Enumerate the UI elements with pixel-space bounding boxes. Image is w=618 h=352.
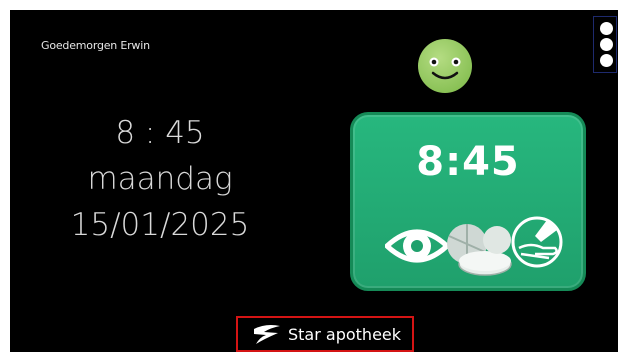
menu-dot-icon (600, 38, 613, 51)
medication-time: 8:45 (416, 139, 520, 185)
hand-ointment-icon (511, 216, 563, 268)
current-date: 15/01/2025 (70, 207, 250, 243)
pharmacy-button[interactable]: Star apotheek (236, 316, 414, 352)
smiley-icon[interactable] (416, 37, 474, 95)
current-time: 8 : 45 (115, 115, 205, 151)
eye-drops-icon (385, 229, 451, 263)
pharmacy-name: Star apotheek (288, 324, 402, 344)
menu-button[interactable] (593, 16, 617, 73)
app-screen: Goedemorgen Erwin 8 : 45 maandag 15/01/2… (10, 10, 618, 352)
medication-icons (385, 216, 563, 276)
star-apotheek-logo-icon (254, 325, 280, 344)
current-day: maandag (87, 161, 233, 197)
greeting-text: Goedemorgen Erwin (41, 39, 150, 52)
clock-display: 8 : 45 maandag 15/01/2025 (50, 110, 270, 248)
menu-dot-icon (600, 54, 613, 67)
medication-card[interactable]: 8:45 (350, 112, 586, 291)
menu-dot-icon (600, 22, 613, 35)
pills-icon (447, 224, 512, 276)
